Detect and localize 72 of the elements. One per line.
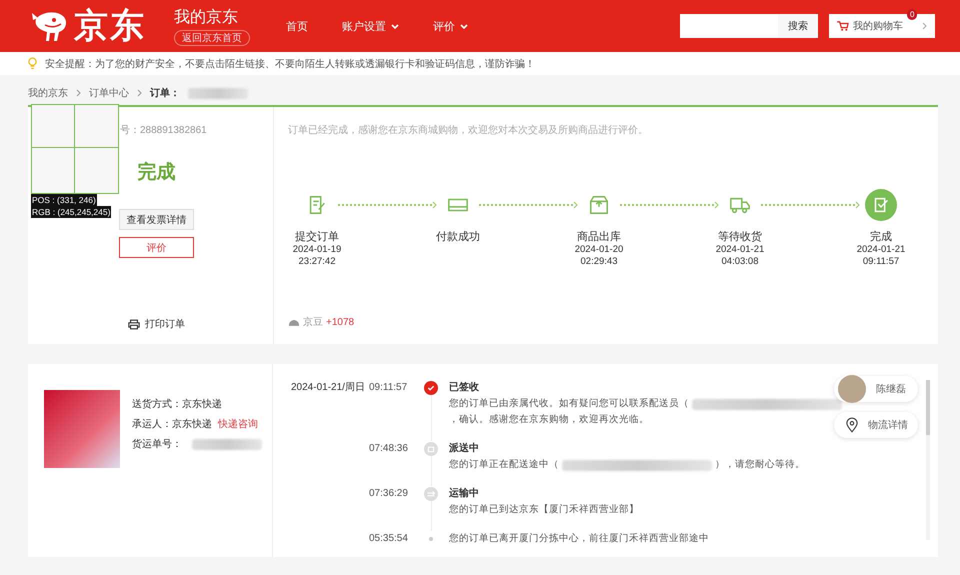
courier-name: 陈继磊 xyxy=(876,382,906,396)
print-order-link[interactable]: 打印订单 xyxy=(128,317,185,331)
step-date: 2024-01-21 xyxy=(856,244,906,256)
check-icon xyxy=(424,381,438,395)
cart-icon xyxy=(837,21,849,31)
event-title: 运输中 xyxy=(449,486,480,501)
event-description: 您的订单已离开厦门分拣中心，前往厦门禾祥西营业部途中 xyxy=(449,532,709,546)
chevron-right-icon xyxy=(76,89,81,97)
security-notice: 安全提醒：为了您的财产安全，不要点击陌生链接、不要向陌生人转账或透漏银行卡和验证码信息，谨防诈骗！ xyxy=(45,58,535,70)
redacted-block xyxy=(188,88,248,98)
order-message: 订单已经完成，感谢您在京东商城购物，欢迎您对本次交易及所购商品进行评价。 xyxy=(288,124,649,137)
step-label: 提交订单 xyxy=(295,230,339,244)
page-title: 我的京东 xyxy=(174,8,238,28)
delivery-icon xyxy=(424,442,438,456)
event-title: 已签收 xyxy=(449,380,480,395)
picker-position: POS : (331, 246) xyxy=(31,194,97,206)
courier-chip[interactable]: 陈继磊 xyxy=(834,376,918,402)
cart-count-badge: 0 xyxy=(907,9,918,20)
event-description: 您的订单已由亲属代收。如有疑问您可以联系配送员（ xyxy=(449,397,689,411)
breadcrumb-current: 订单： xyxy=(150,86,180,100)
event-date: 2024-01-21/周日 xyxy=(291,382,365,393)
event-description: ，确认。感谢您在京东购物，欢迎再次光临。 xyxy=(449,413,649,427)
timeline-dot xyxy=(429,537,433,541)
step-date: 2024-01-21 xyxy=(716,244,764,256)
breadcrumb-link[interactable]: 我的京东 xyxy=(28,86,68,100)
printer-icon xyxy=(128,318,140,330)
lightbulb-icon xyxy=(28,57,37,70)
scrollbar[interactable] xyxy=(926,380,930,540)
picker-color-value: RGB : (245,245,245) xyxy=(31,206,112,218)
beans-label: 京豆 xyxy=(303,316,323,329)
home-link[interactable]: 返回京东首页 xyxy=(174,30,250,46)
location-pin-icon xyxy=(846,417,858,433)
step-label: 付款成功 xyxy=(436,230,480,244)
event-title: 派送中 xyxy=(449,442,480,456)
breadcrumb-link[interactable]: 订单中心 xyxy=(89,86,129,100)
redacted-block xyxy=(192,438,262,450)
step-label: 完成 xyxy=(870,230,892,244)
courier-inquiry-link[interactable]: 快递咨询 xyxy=(218,417,258,431)
event-time: 05:35:54 xyxy=(369,532,409,546)
carrier-text: 承运人：京东快递 xyxy=(132,418,212,431)
step-time: 23:27:42 xyxy=(298,256,336,268)
bean-icon xyxy=(288,318,300,326)
chevron-right-icon xyxy=(922,22,927,30)
step-label: 等待收货 xyxy=(718,230,762,244)
order-action-button[interactable]: 评价 xyxy=(119,237,194,258)
chevron-right-icon xyxy=(137,89,142,97)
logo-text[interactable]: 京东 xyxy=(74,3,146,49)
transit-icon xyxy=(424,487,438,501)
order-status: 完成 xyxy=(138,160,176,185)
step-date: 2024-01-19 xyxy=(292,244,342,256)
step-time: 09:11:57 xyxy=(862,256,900,268)
nav-link[interactable]: 评价 xyxy=(433,18,468,34)
delivery-method: 送货方式：京东快递 xyxy=(132,398,223,411)
event-description: ），请您耐心等待。 xyxy=(715,458,805,472)
beans-value: +1078 xyxy=(326,316,354,328)
step-time: 02:29:43 xyxy=(580,256,618,268)
order-action-button[interactable]: 查看发票详情 xyxy=(119,209,194,230)
nav-link[interactable]: 账户设置 xyxy=(342,18,399,34)
avatar xyxy=(838,375,866,403)
event-time: 09:11:57 xyxy=(369,381,408,395)
event-time: 07:48:36 xyxy=(369,442,409,456)
nav-link[interactable]: 首页 xyxy=(286,18,308,34)
search-button[interactable]: 搜索 xyxy=(778,14,818,38)
event-time: 07:36:29 xyxy=(369,487,409,501)
order-number: 号：288891382861 xyxy=(120,124,207,137)
event-description: 您的订单正在配送途中（ xyxy=(449,458,559,472)
step-date: 2024-01-20 xyxy=(574,244,624,256)
step-time: 04:03:08 xyxy=(722,256,758,268)
waybill-label: 货运单号： xyxy=(132,438,182,451)
step-label: 商品出库 xyxy=(577,230,621,244)
event-description: 您的订单已到达京东【厦门禾祥西营业部】 xyxy=(449,503,639,517)
logistics-details-button[interactable]: 物流详情 xyxy=(834,412,918,438)
